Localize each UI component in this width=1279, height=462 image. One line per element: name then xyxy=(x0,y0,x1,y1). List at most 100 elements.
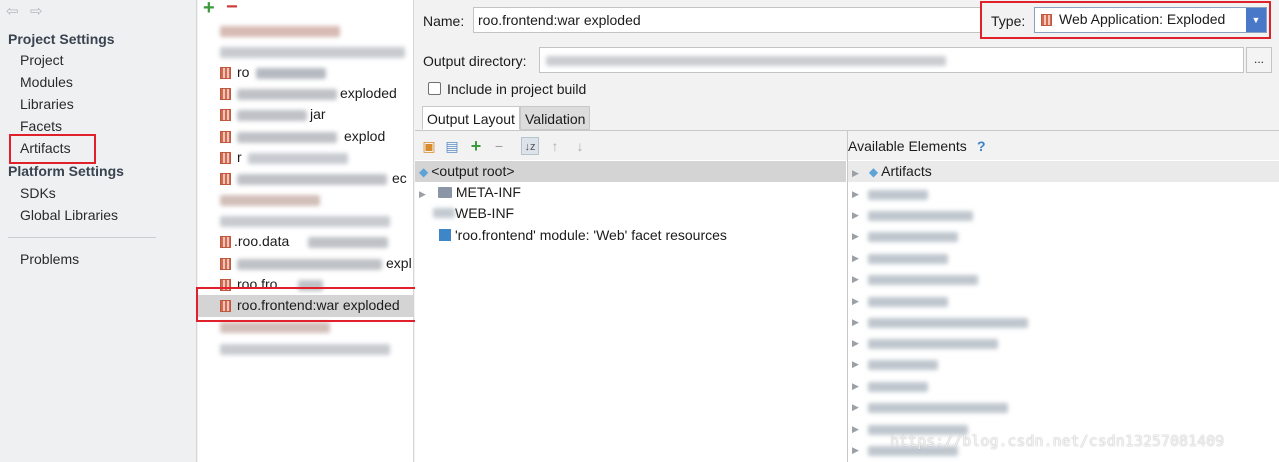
tree-node-meta-inf[interactable]: ▶ META-INF xyxy=(419,184,521,200)
artifact-row[interactable]: ro xyxy=(198,62,414,84)
expand-arrow-icon[interactable]: ▶ xyxy=(852,231,859,242)
remove-artifact-icon[interactable]: − xyxy=(226,0,238,19)
nav-divider xyxy=(8,237,156,238)
expand-arrow-icon[interactable]: ▶ xyxy=(852,359,859,370)
output-root-label: <output root> xyxy=(431,163,515,179)
artifacts-list: + − ro exploded jar explod r ec .roo.dat… xyxy=(198,0,414,462)
artifact-row[interactable] xyxy=(198,20,414,42)
tree-node-label: WEB-INF xyxy=(455,205,515,221)
tree-node-web-inf[interactable]: WEB-INF xyxy=(433,205,515,221)
artifact-row[interactable]: .roo.data xyxy=(198,231,414,253)
include-in-build-label: Include in project build xyxy=(447,81,587,97)
available-module-row[interactable]: ▶ xyxy=(852,249,1052,269)
expand-arrow-icon[interactable]: ▶ xyxy=(852,317,859,328)
folder-icon xyxy=(437,187,452,198)
output-layout-toolbar: ▣ ▤ + − ↓z ↑ ↓ xyxy=(415,131,847,160)
artifact-row[interactable]: jar xyxy=(198,104,414,126)
expand-arrow-icon[interactable]: ▶ xyxy=(852,274,859,285)
next-image-arrow-icon[interactable] xyxy=(1200,314,1240,374)
available-module-row[interactable]: ▶ xyxy=(852,334,1052,354)
output-directory-input[interactable] xyxy=(539,47,1244,73)
war-artifact-icon xyxy=(220,88,231,100)
move-up-icon[interactable]: ↑ xyxy=(546,137,564,155)
war-artifact-icon xyxy=(220,236,231,248)
forward-arrow-icon[interactable]: ⇨ xyxy=(30,2,43,20)
expand-arrow-icon[interactable]: ▶ xyxy=(852,338,859,349)
name-input[interactable]: roo.frontend:war exploded xyxy=(473,7,981,33)
available-module-row[interactable]: ▶ xyxy=(852,377,1052,397)
available-artifacts-row[interactable]: ▶ ◆ Artifacts xyxy=(848,161,1279,182)
nav-item-project[interactable]: Project xyxy=(20,52,64,68)
war-artifact-icon xyxy=(220,152,231,164)
expand-arrow-icon[interactable]: ▶ xyxy=(852,445,859,456)
artifact-row[interactable]: ec xyxy=(198,168,414,190)
available-module-row[interactable]: ▶ xyxy=(852,355,1052,375)
available-module-row[interactable]: ▶ xyxy=(852,398,1052,418)
tab-validation[interactable]: Validation xyxy=(520,106,591,130)
nav-item-global-libraries[interactable]: Global Libraries xyxy=(20,207,118,223)
available-module-row[interactable]: ▶ xyxy=(852,185,1052,205)
remove-icon[interactable]: − xyxy=(490,137,508,155)
expand-arrow-icon[interactable]: ▶ xyxy=(852,402,859,413)
create-directory-icon[interactable]: ▣ xyxy=(420,137,438,155)
add-artifact-icon[interactable]: + xyxy=(203,0,215,20)
add-icon[interactable]: + xyxy=(467,137,485,155)
watermark-text: https://blog.csdn.net/csdn13257081409 xyxy=(890,432,1225,450)
artifact-label: jar xyxy=(310,106,326,122)
artifact-label: exploded xyxy=(340,85,397,101)
selected-artifact-highlight-box xyxy=(196,287,450,322)
available-module-row[interactable]: ▶ xyxy=(852,206,1052,226)
artifact-row[interactable]: expl xyxy=(198,253,414,275)
artifact-row[interactable] xyxy=(198,41,414,63)
tab-output-layout[interactable]: Output Layout xyxy=(422,106,520,130)
artifacts-highlight-box xyxy=(9,134,96,164)
expand-arrow-icon[interactable]: ▶ xyxy=(852,189,859,200)
web-facet-icon xyxy=(439,229,451,241)
war-artifact-icon xyxy=(220,173,231,185)
output-root-icon: ◆ xyxy=(419,165,429,179)
expand-arrow-icon[interactable]: ▶ xyxy=(852,210,859,221)
artifact-row[interactable] xyxy=(198,338,414,360)
output-root-row[interactable]: ◆ <output root> xyxy=(415,161,846,182)
artifact-row[interactable]: r xyxy=(198,147,414,169)
artifacts-diamond-icon: ◆ xyxy=(868,165,879,179)
expand-arrow-icon[interactable]: ▶ xyxy=(852,168,859,178)
move-down-icon[interactable]: ↓ xyxy=(571,137,589,155)
nav-item-modules[interactable]: Modules xyxy=(20,74,73,90)
tree-node-facet-resources[interactable]: 'roo.frontend' module: 'Web' facet resou… xyxy=(439,227,727,243)
artifact-label: explod xyxy=(344,128,386,144)
artifact-label: .roo.data xyxy=(234,233,290,249)
artifact-row[interactable]: explod xyxy=(198,126,414,148)
browse-button[interactable]: ... xyxy=(1246,47,1272,73)
available-module-row[interactable]: ▶ xyxy=(852,292,1052,312)
war-artifact-icon xyxy=(220,131,231,143)
expand-arrow-icon[interactable]: ▶ xyxy=(852,253,859,264)
artifact-label: expl xyxy=(386,255,412,271)
expand-arrow-icon[interactable]: ▶ xyxy=(852,296,859,307)
available-module-row[interactable]: ▶ xyxy=(852,270,1052,290)
expand-arrow-icon[interactable]: ▶ xyxy=(852,381,859,392)
expand-arrow-icon[interactable]: ▶ xyxy=(852,424,859,435)
nav-item-facets[interactable]: Facets xyxy=(20,118,62,134)
output-directory-label: Output directory: xyxy=(423,53,527,69)
war-artifact-icon xyxy=(220,258,231,270)
include-in-build-checkbox[interactable] xyxy=(428,82,441,95)
war-artifact-icon xyxy=(220,109,231,121)
nav-item-libraries[interactable]: Libraries xyxy=(20,96,74,112)
artifact-row[interactable]: exploded xyxy=(198,83,414,105)
sort-icon[interactable]: ↓z xyxy=(521,137,539,155)
help-icon[interactable]: ? xyxy=(977,138,986,154)
nav-item-sdks[interactable]: SDKs xyxy=(20,185,56,201)
available-module-row[interactable]: ▶ xyxy=(852,313,1052,333)
settings-nav-panel: ⇦ ⇨ Project Settings Project Modules Lib… xyxy=(0,0,197,462)
tree-node-label: META-INF xyxy=(455,184,521,200)
artifact-row[interactable] xyxy=(198,189,414,211)
available-module-row[interactable]: ▶ xyxy=(852,227,1052,247)
nav-item-problems[interactable]: Problems xyxy=(20,251,79,267)
expand-arrow-icon[interactable]: ▶ xyxy=(419,189,426,199)
tree-node-label: 'roo.frontend' module: 'Web' facet resou… xyxy=(455,227,727,243)
project-settings-heading: Project Settings xyxy=(8,31,115,47)
back-arrow-icon[interactable]: ⇦ xyxy=(6,2,19,20)
add-archive-icon[interactable]: ▤ xyxy=(443,137,461,155)
artifact-row[interactable] xyxy=(198,210,414,232)
